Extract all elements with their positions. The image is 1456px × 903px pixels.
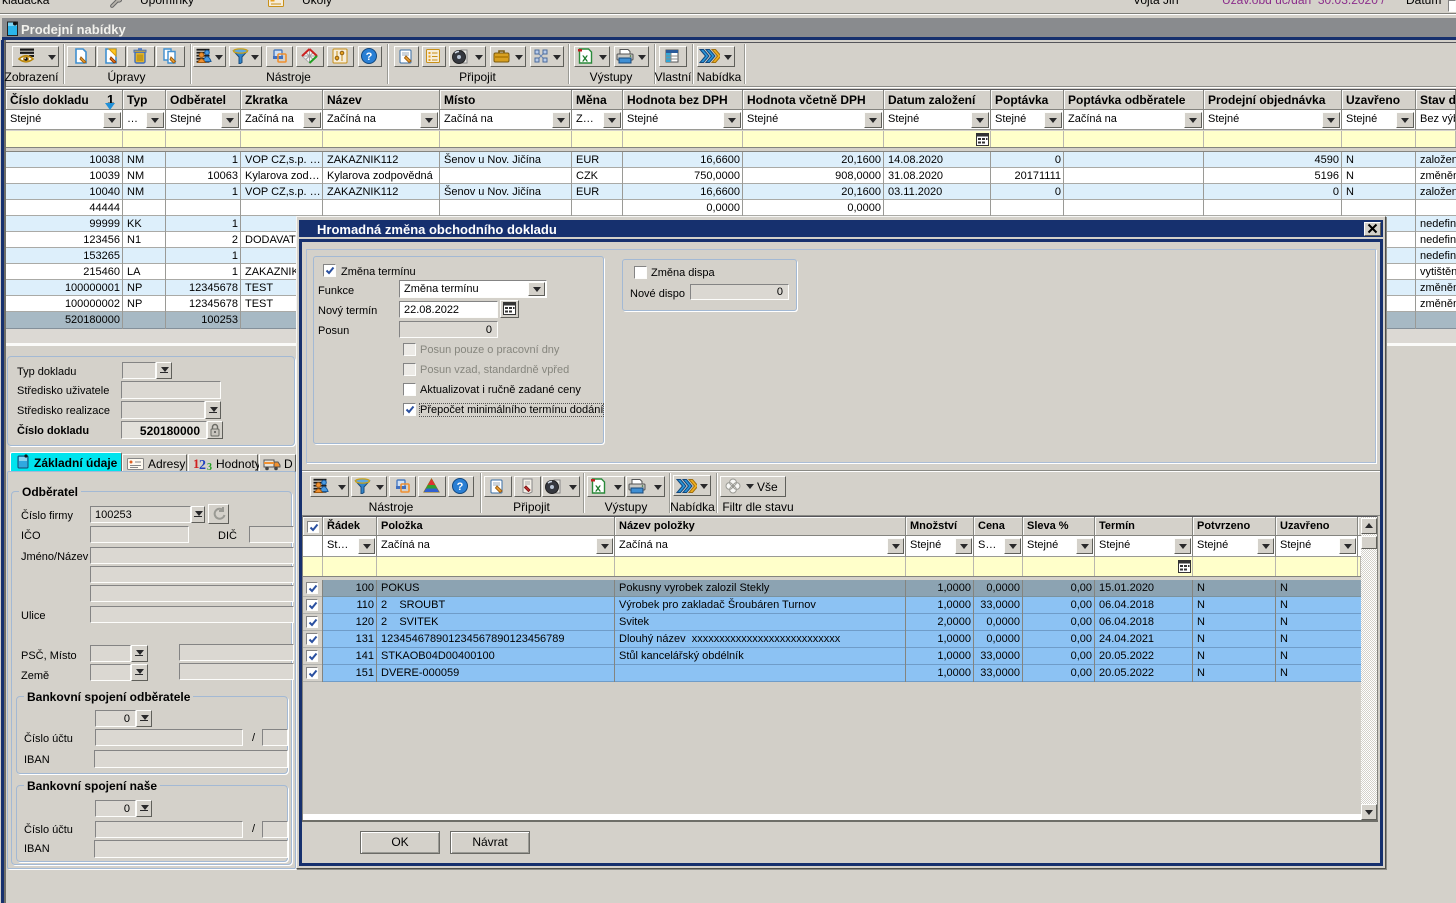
- svg-text:x: x: [595, 483, 602, 495]
- svg-text:2: 2: [199, 458, 206, 471]
- svg-text:3: 3: [207, 462, 212, 471]
- svg-text:x: x: [582, 53, 589, 65]
- svg-text:?: ?: [366, 51, 373, 63]
- svg-text:?: ?: [457, 481, 464, 493]
